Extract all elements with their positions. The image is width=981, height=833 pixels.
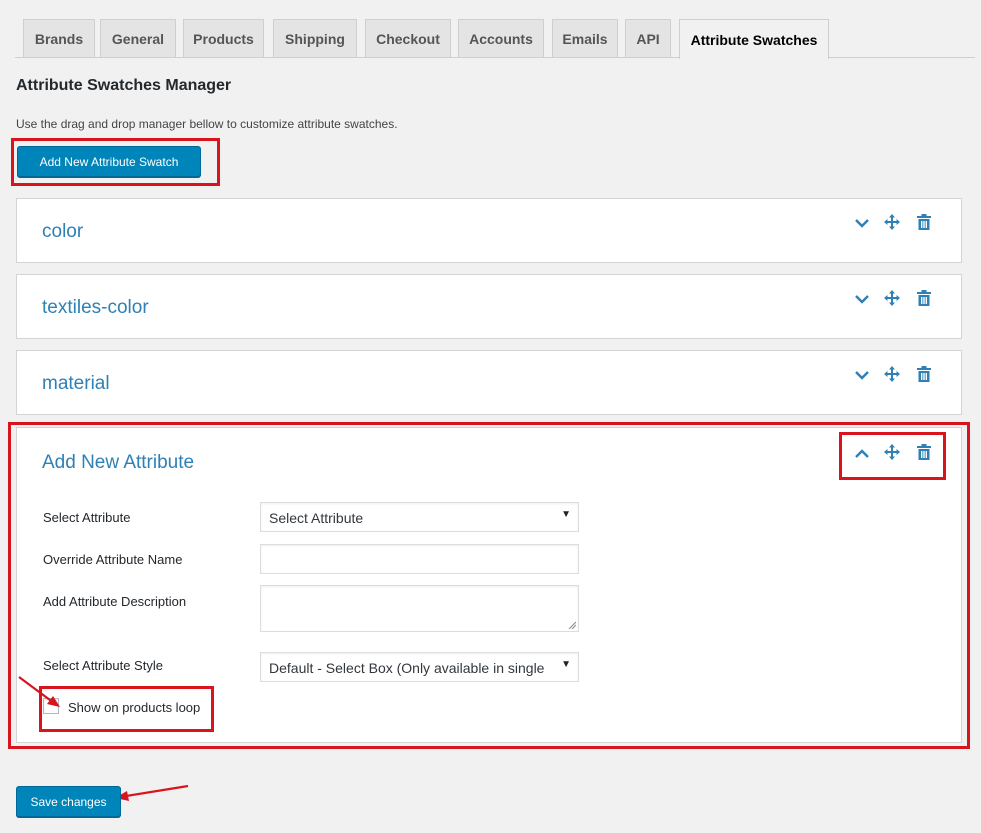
trash-icon[interactable] [915,213,933,231]
move-icon[interactable] [883,289,901,307]
tab-checkout[interactable]: Checkout [365,19,451,57]
chevron-down-icon[interactable] [853,214,871,232]
swatch-title: material [42,373,110,394]
add-new-swatch-button[interactable]: Add New Attribute Swatch [17,146,201,177]
annotation-arrow-icon [18,676,60,707]
chevron-down-icon[interactable] [853,290,871,308]
description-label: Add Attribute Description [43,594,187,609]
override-name-input[interactable] [260,544,579,574]
override-name-label: Override Attribute Name [43,552,183,567]
new-attribute-title: Add New Attribute [42,452,195,473]
swatch-panel-material: material [16,350,962,415]
swatch-title: color [42,221,84,242]
trash-icon[interactable] [915,365,933,383]
select-attribute-label: Select Attribute [43,510,131,525]
tab-products[interactable]: Products [183,19,264,57]
swatch-panel-textiles-color: textiles-color [16,274,962,339]
select-attribute-dropdown[interactable]: Select Attribute ▼ [260,502,579,532]
move-icon[interactable] [883,213,901,231]
controls-highlight [839,432,946,480]
tab-api[interactable]: API [625,19,671,57]
save-changes-button[interactable]: Save changes [16,786,121,817]
swatch-title: textiles-color [42,297,149,318]
resize-handle-icon[interactable] [568,621,576,629]
dropdown-caret-icon: ▼ [561,509,571,520]
tab-general[interactable]: General [100,19,176,57]
tabs-underline [15,57,975,58]
move-icon[interactable] [883,365,901,383]
tab-attribute-swatches[interactable]: Attribute Swatches [679,19,829,59]
style-label: Select Attribute Style [43,658,163,673]
tab-emails[interactable]: Emails [552,19,618,57]
annotation-arrow-icon [115,784,189,801]
chevron-down-icon[interactable] [853,366,871,384]
swatch-panel-color: color [16,198,962,263]
select-attribute-value: Select Attribute [269,510,364,526]
tab-accounts[interactable]: Accounts [458,19,544,57]
style-dropdown[interactable]: Default - Select Box (Only available in … [260,652,579,682]
trash-icon[interactable] [915,289,933,307]
tab-brands[interactable]: Brands [23,19,95,57]
style-value: Default - Select Box (Only available in … [269,660,545,676]
page-title: Attribute Swatches Manager [16,77,232,94]
dropdown-caret-icon: ▼ [558,659,571,670]
page-description: Use the drag and drop manager bellow to … [16,117,398,131]
tab-shipping[interactable]: Shipping [273,19,357,57]
description-textarea[interactable] [260,585,579,632]
